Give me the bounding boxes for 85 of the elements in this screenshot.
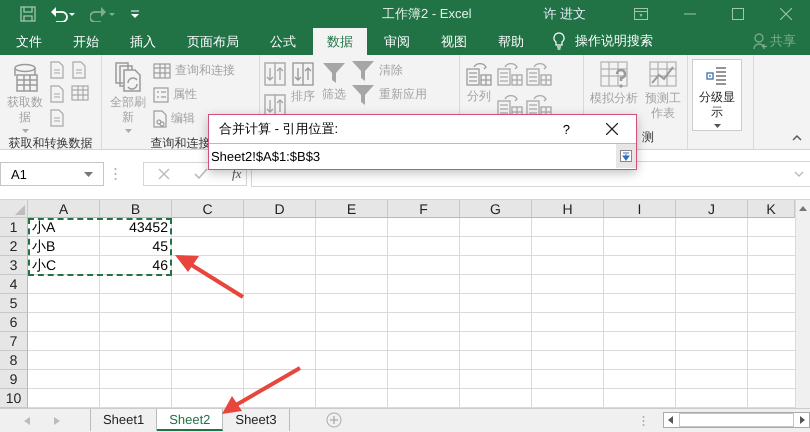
ribbon-tab[interactable]: 公式	[256, 28, 310, 55]
ribbon-tab[interactable]: 页面布局	[173, 28, 253, 55]
vertical-scrollbar[interactable]	[795, 200, 810, 408]
person-icon	[753, 33, 767, 50]
collapse-ribbon-icon[interactable]	[792, 134, 802, 141]
scroll-left-icon[interactable]	[24, 417, 30, 426]
cancel-icon[interactable]	[158, 168, 170, 180]
search-field[interactable]: 操作说明搜索	[575, 32, 653, 50]
grid-question-icon	[600, 60, 628, 89]
expand-icon	[794, 171, 804, 178]
drag-handle-icon[interactable]	[114, 167, 117, 182]
cell-text: 小C	[32, 258, 56, 273]
ribbon-tab[interactable]: 开始	[59, 28, 113, 55]
column-header[interactable]: D	[244, 200, 316, 218]
funnel-icon	[351, 82, 375, 107]
expand-dialog-button[interactable]	[616, 143, 636, 168]
column-header[interactable]: E	[316, 200, 388, 218]
scroll-up-icon	[799, 206, 807, 211]
group-label: 获取和转换数据	[8, 134, 92, 152]
ribbon-tab[interactable]: 数据	[313, 28, 367, 55]
dialog-title: 合并计算 - 引用位置:	[219, 120, 340, 138]
chart-icon	[649, 60, 677, 89]
check-icon[interactable]	[194, 168, 208, 180]
cell-text: 45	[152, 238, 168, 254]
ribbon-tab[interactable]: 文件	[0, 28, 56, 55]
column-header[interactable]: I	[604, 200, 676, 218]
row-header[interactable]: 10	[0, 388, 28, 408]
list-icon	[153, 86, 169, 103]
help-button[interactable]: ?	[562, 122, 570, 136]
link-icon	[153, 110, 167, 128]
cell-text: 小B	[32, 238, 56, 254]
ribbon-tab[interactable]: 插入	[116, 28, 170, 55]
save-icon[interactable]	[20, 6, 36, 22]
ribbon-tab[interactable]: 审阅	[370, 28, 424, 55]
scroll-right-icon[interactable]	[54, 417, 60, 426]
ribbon-button[interactable]: 分级显示	[692, 58, 742, 131]
reference-input[interactable]: Sheet2!$A$1:$B$3	[209, 144, 616, 168]
window-title: 工作簿2 - Excel	[381, 4, 473, 23]
cell-text: 小A	[32, 220, 56, 235]
close-icon[interactable]	[606, 123, 618, 135]
column-header[interactable]: J	[676, 200, 748, 218]
row-header[interactable]: 8	[0, 350, 28, 370]
scroll-left-icon	[668, 416, 673, 424]
row-header[interactable]: 4	[0, 274, 28, 294]
name-box[interactable]: A1	[0, 162, 104, 186]
lightbulb-icon	[553, 32, 565, 50]
horizontal-scrollbar[interactable]	[662, 412, 810, 428]
column-header[interactable]: K	[748, 200, 795, 218]
column-header[interactable]: A	[28, 200, 100, 218]
column-header[interactable]: H	[532, 200, 604, 218]
sheet-tab[interactable]: Sheet2	[157, 409, 224, 432]
columns-icon	[466, 60, 492, 87]
table-icon	[153, 62, 171, 79]
down-arrow-icon	[620, 150, 632, 162]
annotation-arrow	[175, 255, 244, 299]
scroll-right-icon	[800, 416, 805, 424]
row-header[interactable]: 9	[0, 370, 28, 389]
maximize-icon[interactable]	[732, 8, 744, 20]
funnel-icon	[351, 58, 375, 83]
user-name[interactable]: 许 进文	[543, 4, 586, 23]
column-header[interactable]: F	[388, 200, 460, 218]
row-header[interactable]: 2	[0, 236, 28, 256]
drag-handle-icon[interactable]	[642, 415, 645, 428]
column-header[interactable]: B	[100, 200, 172, 218]
undo-icon[interactable]	[50, 6, 76, 22]
cell-text: 46	[152, 258, 168, 273]
ribbon-tab[interactable]: 视图	[427, 28, 481, 55]
dropdown-icon	[84, 172, 93, 177]
row-header[interactable]: 7	[0, 332, 28, 351]
row-header[interactable]: 6	[0, 312, 28, 332]
funnel-icon	[322, 60, 346, 85]
customize-icon[interactable]	[130, 8, 140, 20]
cell-text: 43452	[129, 220, 168, 235]
redo-icon[interactable]	[90, 6, 116, 22]
ribbon-display-icon[interactable]	[634, 8, 648, 20]
row-header[interactable]: 1	[0, 218, 28, 237]
sort-icon	[292, 60, 314, 87]
group-label: 测	[642, 129, 654, 146]
select-all-icon[interactable]	[15, 204, 25, 215]
column-header[interactable]: C	[172, 200, 244, 218]
ribbon-tab[interactable]: 帮助	[484, 28, 538, 55]
column-header[interactable]: G	[460, 200, 532, 218]
add-sheet-icon[interactable]	[326, 412, 342, 428]
row-header[interactable]: 5	[0, 294, 28, 313]
row-header[interactable]: 3	[0, 256, 28, 275]
